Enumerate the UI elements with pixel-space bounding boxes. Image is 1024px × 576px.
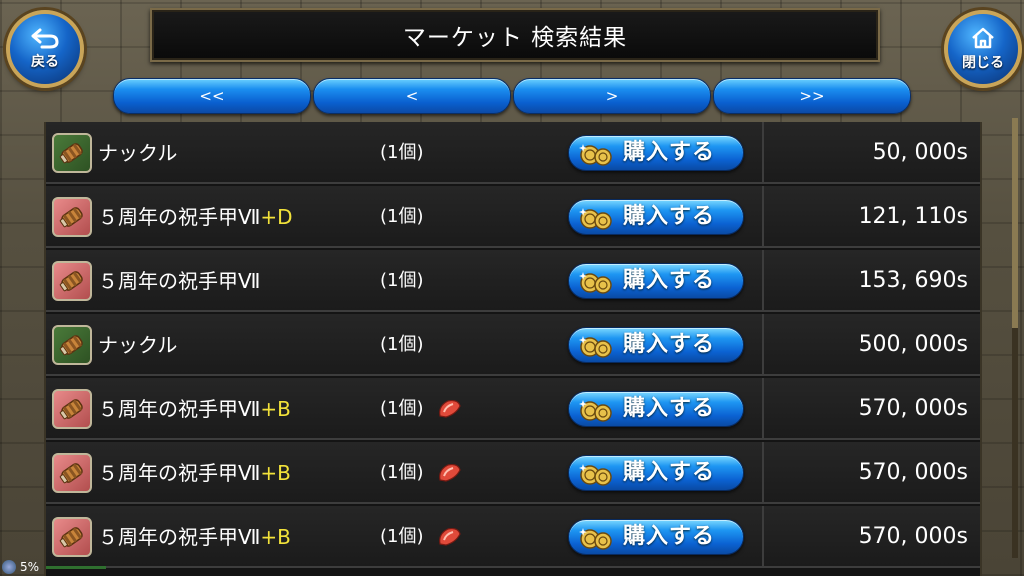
buy-button-label: 購入する bbox=[623, 460, 716, 485]
list-item: ナックル (1個) 購入する 500, 000s bbox=[46, 314, 980, 376]
item-name: ５周年の祝手甲Ⅶ+D bbox=[98, 186, 293, 248]
item-grade-suffix: +D bbox=[260, 205, 293, 229]
close-label: 閉じる bbox=[962, 55, 1004, 71]
item-name: ナックル bbox=[98, 122, 177, 184]
battery-bar bbox=[46, 566, 106, 569]
pagination: << < > >> bbox=[113, 78, 913, 114]
coins-icon bbox=[577, 525, 617, 557]
gauntlet-icon bbox=[52, 453, 92, 493]
list-item: ５周年の祝手甲Ⅶ+B (1個) 購入する 570, 000s bbox=[46, 442, 980, 504]
item-grade-suffix: +B bbox=[260, 525, 291, 549]
buy-button-label: 購入する bbox=[623, 396, 716, 421]
item-grade-suffix: +B bbox=[260, 461, 291, 485]
item-name: ５周年の祝手甲Ⅶ+B bbox=[98, 506, 291, 568]
item-quantity: (1個) bbox=[380, 334, 424, 355]
home-icon bbox=[972, 27, 994, 49]
buy-button[interactable]: 購入する bbox=[568, 519, 744, 555]
item-price: 50, 000s bbox=[872, 140, 968, 165]
knuckle-icon bbox=[52, 133, 92, 173]
item-quantity: (1個) bbox=[380, 462, 424, 483]
item-quantity: (1個) bbox=[380, 142, 424, 163]
column-divider bbox=[762, 378, 764, 438]
item-name-text: ５周年の祝手甲Ⅶ bbox=[98, 397, 261, 421]
back-button[interactable]: 戻る bbox=[6, 10, 84, 88]
list-item: ５周年の祝手甲Ⅶ+B (1個) 購入する 570, 000s bbox=[46, 506, 980, 568]
first-page-button[interactable]: << bbox=[113, 78, 311, 114]
coins-icon bbox=[577, 269, 617, 301]
buy-button[interactable]: 購入する bbox=[568, 135, 744, 171]
item-name-text: ナックル bbox=[98, 333, 178, 357]
battery-level: 5% bbox=[20, 560, 40, 574]
item-quantity: (1個) bbox=[380, 270, 424, 291]
status-bar: 5% bbox=[0, 558, 120, 576]
column-divider bbox=[762, 442, 764, 502]
item-price: 570, 000s bbox=[858, 524, 968, 549]
page-title: マーケット 検索結果 bbox=[150, 8, 880, 62]
item-price: 570, 000s bbox=[858, 460, 968, 485]
scrollbar[interactable] bbox=[1012, 118, 1018, 558]
column-divider bbox=[762, 122, 764, 182]
list-item: ナックル (1個) 購入する 50, 000s bbox=[46, 122, 980, 184]
return-arrow-icon bbox=[31, 28, 59, 49]
coins-icon bbox=[577, 333, 617, 365]
item-price: 570, 000s bbox=[858, 396, 968, 421]
buy-button-label: 購入する bbox=[623, 268, 716, 293]
coins-icon bbox=[577, 205, 617, 237]
gauntlet-icon bbox=[52, 261, 92, 301]
item-price: 153, 690s bbox=[858, 268, 968, 293]
column-divider bbox=[762, 186, 764, 246]
item-quantity: (1個) bbox=[380, 398, 424, 419]
next-page-button[interactable]: > bbox=[513, 78, 711, 114]
buy-button[interactable]: 購入する bbox=[568, 199, 744, 235]
coins-icon bbox=[577, 397, 617, 429]
column-divider bbox=[762, 314, 764, 374]
gauntlet-icon bbox=[52, 389, 92, 429]
buy-button[interactable]: 購入する bbox=[568, 263, 744, 299]
prev-page-button[interactable]: < bbox=[313, 78, 511, 114]
buy-button-label: 購入する bbox=[623, 332, 716, 357]
buy-button-label: 購入する bbox=[623, 524, 716, 549]
item-name: ナックル bbox=[98, 314, 177, 376]
item-name: ５周年の祝手甲Ⅶ+B bbox=[98, 378, 291, 440]
scroll-thumb[interactable] bbox=[1012, 118, 1018, 328]
knuckle-icon bbox=[52, 325, 92, 365]
item-name-text: ５周年の祝手甲Ⅶ bbox=[98, 205, 261, 229]
enhancement-icon bbox=[436, 526, 462, 548]
item-price: 500, 000s bbox=[858, 332, 968, 357]
last-page-button[interactable]: >> bbox=[713, 78, 911, 114]
item-quantity: (1個) bbox=[380, 526, 424, 547]
enhancement-icon bbox=[436, 398, 462, 420]
item-quantity: (1個) bbox=[380, 206, 424, 227]
list-item: ５周年の祝手甲Ⅶ (1個) 購入する 153, 690s bbox=[46, 250, 980, 312]
item-grade-suffix: +B bbox=[260, 397, 291, 421]
item-name-text: ５周年の祝手甲Ⅶ bbox=[98, 461, 261, 485]
item-name: ５周年の祝手甲Ⅶ bbox=[98, 250, 260, 312]
enhancement-icon bbox=[436, 462, 462, 484]
buy-button-label: 購入する bbox=[623, 140, 716, 165]
buy-button[interactable]: 購入する bbox=[568, 391, 744, 427]
item-price: 121, 110s bbox=[858, 204, 968, 229]
market-result-list: ナックル (1個) 購入する 50, 000s ５周年の祝手甲Ⅶ+D (1個) … bbox=[44, 122, 982, 576]
battery-icon bbox=[2, 560, 16, 574]
item-name-text: ５周年の祝手甲Ⅶ bbox=[98, 269, 261, 293]
list-item: ５周年の祝手甲Ⅶ+B (1個) 購入する 570, 000s bbox=[46, 378, 980, 440]
back-label: 戻る bbox=[31, 54, 59, 70]
close-button[interactable]: 閉じる bbox=[944, 10, 1022, 88]
buy-button[interactable]: 購入する bbox=[568, 455, 744, 491]
item-name-text: ナックル bbox=[98, 141, 178, 165]
column-divider bbox=[762, 250, 764, 310]
gauntlet-icon bbox=[52, 517, 92, 557]
coins-icon bbox=[577, 141, 617, 173]
list-item: ５周年の祝手甲Ⅶ+D (1個) 購入する 121, 110s bbox=[46, 186, 980, 248]
item-name-text: ５周年の祝手甲Ⅶ bbox=[98, 525, 261, 549]
coins-icon bbox=[577, 461, 617, 493]
column-divider bbox=[762, 506, 764, 566]
buy-button-label: 購入する bbox=[623, 204, 716, 229]
gauntlet-icon bbox=[52, 197, 92, 237]
buy-button[interactable]: 購入する bbox=[568, 327, 744, 363]
item-name: ５周年の祝手甲Ⅶ+B bbox=[98, 442, 291, 504]
